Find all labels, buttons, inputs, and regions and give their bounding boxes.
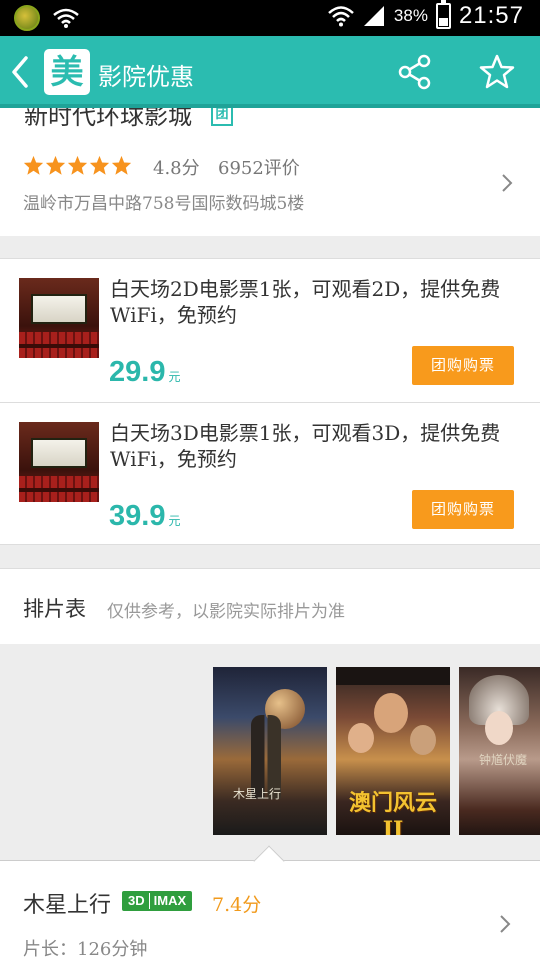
deal-title: 白天场3D电影票1张，可观看3D，提供免费WiFi，免预约: [110, 421, 501, 471]
clock: 21:57: [458, 2, 524, 29]
deal-title: 白天场2D电影票1张，可观看2D，提供免费WiFi，免预约: [110, 277, 501, 327]
cinema-hall-thumbnail: [19, 422, 99, 502]
chevron-right-icon: [500, 915, 511, 933]
rating-star-icon: [67, 155, 88, 175]
cinema-info-card[interactable]: 新时代环球影城 团 4.8分 6952评价 温岭市万昌中路758号国际数码城5楼: [0, 108, 540, 236]
movie-duration: 片长：126分钟: [23, 939, 148, 960]
schedule-title: 排片表: [23, 597, 86, 621]
movie-score: 7.4分: [212, 894, 262, 916]
format-imax: IMAX: [148, 893, 191, 909]
rating-star-icon: [89, 155, 110, 175]
format-badge: 3D IMAX: [122, 891, 193, 911]
chevron-right-icon: [502, 174, 513, 192]
app-header: 美 影院优惠: [0, 36, 540, 108]
favorite-star-icon[interactable]: [478, 53, 516, 91]
status-bar-left: [14, 5, 80, 31]
selected-movie-info[interactable]: 木星上行 3D IMAX 7.4分 片长：126分钟: [0, 845, 540, 960]
back-arrow-icon[interactable]: [6, 52, 34, 92]
deal-item[interactable]: 白天场3D电影票1张，可观看3D，提供免费WiFi，免预约 39.9 元 团购购票: [0, 402, 540, 545]
deal-price-value: 39.9: [109, 500, 166, 532]
rating-star-icon: [111, 155, 132, 175]
battery-fill: [438, 17, 448, 26]
poster-title: 澳门风云II: [348, 790, 437, 835]
deal-price-unit: 元: [168, 514, 181, 528]
page-title: 影院优惠: [98, 63, 194, 91]
rating-star-icon: [45, 155, 66, 175]
deal-price-value: 29.9: [109, 356, 166, 388]
wifi-alert-icon: [53, 8, 79, 28]
review-count: 6952评价: [218, 158, 300, 179]
meituan-logo: 美: [44, 49, 90, 95]
share-icon[interactable]: [398, 54, 432, 90]
status-bar: 38% 21:57: [0, 0, 540, 36]
group-buy-button[interactable]: 团购购票: [412, 346, 514, 385]
deal-price: 29.9 元: [109, 356, 180, 389]
movie-poster[interactable]: 木星上行: [213, 667, 327, 835]
group-buy-badge: 团: [211, 108, 233, 126]
cinema-address: 温岭市万昌中路758号国际数码城5楼: [23, 194, 305, 214]
battery-percent: 38%: [393, 6, 428, 25]
movie-name: 木星上行: [23, 893, 112, 918]
app-notification-icon: [14, 5, 40, 31]
rating-stars: [23, 155, 132, 176]
group-buy-button[interactable]: 团购购票: [412, 490, 514, 529]
schedule-note: 仅供参考，以影院实际排片为准: [107, 602, 345, 622]
cinema-hall-thumbnail: [19, 278, 99, 358]
poster-title: 木星上行: [233, 787, 282, 801]
schedule-header: 排片表 仅供参考，以影院实际排片为准: [0, 568, 540, 644]
cinema-score: 4.8分: [153, 158, 200, 179]
deals-list: 白天场2D电影票1张，可观看2D，提供免费WiFi，免预约 29.9 元 团购购票…: [0, 258, 540, 545]
movie-poster[interactable]: 钟馗伏魔: [459, 667, 540, 835]
battery-icon: [435, 0, 451, 29]
deal-price-unit: 元: [168, 370, 181, 384]
movie-poster-carousel[interactable]: 木星上行 澳门风云II 钟馗伏魔: [0, 644, 540, 860]
poster-title: 钟馗伏魔: [479, 753, 528, 767]
deal-price: 39.9 元: [109, 500, 180, 533]
signal-icon: [363, 6, 384, 26]
wifi-icon: [328, 6, 354, 27]
cinema-name: 新时代环球影城: [24, 108, 192, 130]
status-bar-right: 38% 21:57: [328, 0, 524, 30]
rating-star-icon: [23, 155, 44, 175]
movie-poster[interactable]: 澳门风云II: [336, 667, 450, 835]
format-3d: 3D: [124, 893, 149, 909]
deal-item[interactable]: 白天场2D电影票1张，可观看2D，提供免费WiFi，免预约 29.9 元 团购购票: [0, 259, 540, 402]
